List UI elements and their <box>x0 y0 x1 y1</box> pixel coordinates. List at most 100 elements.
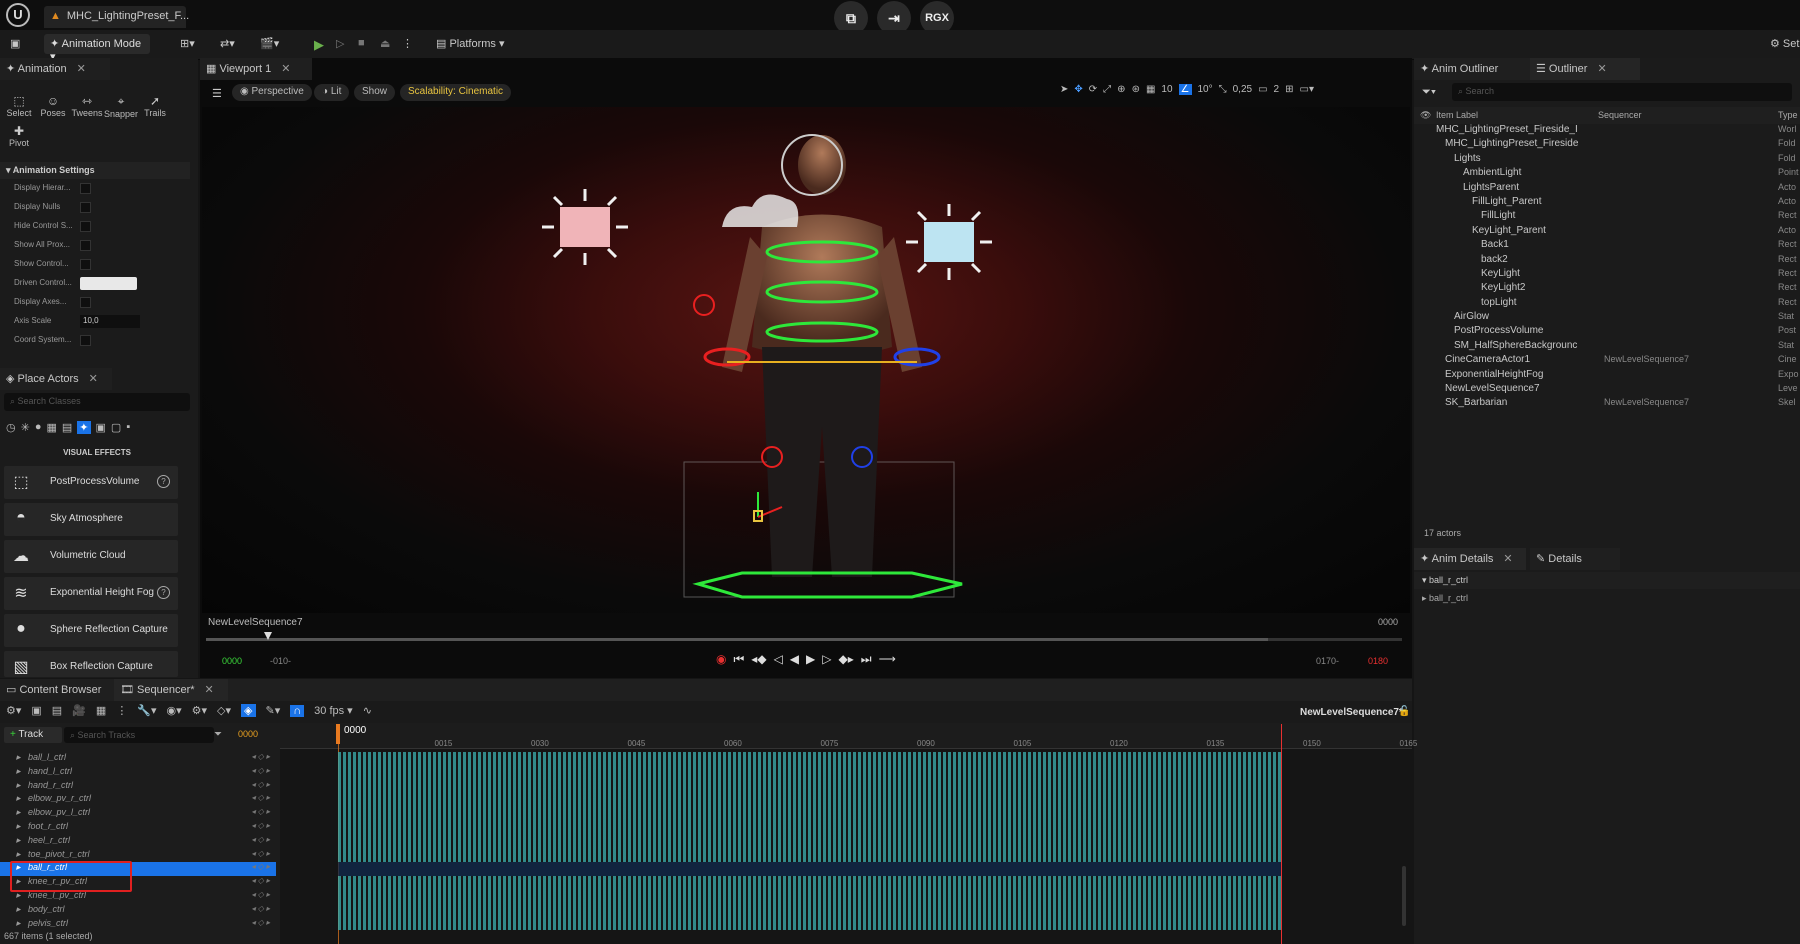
viewport-timeline-range[interactable] <box>206 638 1268 641</box>
checkbox[interactable] <box>80 335 91 346</box>
actor-item[interactable]: ☁ Volumetric Cloud <box>4 540 178 573</box>
viewport-start[interactable]: 0000 <box>222 656 242 666</box>
outliner-row[interactable]: MHC_LightingPreset_Fireside Fold <box>1414 138 1800 152</box>
actor-item[interactable]: ⬚ PostProcessVolume? <box>4 466 178 499</box>
filter-icon[interactable]: ⏷▾ <box>1416 83 1442 103</box>
prev-frame-icon[interactable]: ◁ <box>774 652 783 667</box>
key-nav-icon[interactable]: ◂ ◇ ▸ <box>251 793 270 802</box>
next-key-icon[interactable]: ◆▸ <box>839 652 854 667</box>
tab-details[interactable]: ✎ Details <box>1530 548 1620 570</box>
playhead-handle[interactable] <box>336 724 340 744</box>
timeline-scrollbar[interactable] <box>1402 866 1406 926</box>
key-nav-icon[interactable]: ◂ ◇ ▸ <box>251 752 270 761</box>
track-row[interactable]: ▸ body_ctrl ◂ ◇ ▸ <box>0 904 276 918</box>
track-row[interactable]: ▸ ball_l_ctrl ◂ ◇ ▸ <box>0 752 276 766</box>
loop-icon[interactable]: ⟶ <box>879 652 896 667</box>
camera-speed-value[interactable]: 2 <box>1274 84 1280 95</box>
tab-place-actors[interactable]: ◈ Place Actors ✕ <box>0 368 112 390</box>
track-frame[interactable]: 0000 <box>238 729 258 739</box>
key-row[interactable] <box>338 807 1281 821</box>
key-nav-icon[interactable]: ◂ ◇ ▸ <box>251 890 270 899</box>
play-icon[interactable]: ▶ <box>308 34 330 54</box>
key-nav-icon[interactable]: ◂ ◇ ▸ <box>251 862 270 871</box>
trails-tool[interactable]: ➚ Trails <box>138 94 172 119</box>
key-nav-icon[interactable]: ◂ ◇ ▸ <box>251 821 270 830</box>
key-row[interactable] <box>338 779 1281 794</box>
recent-icon[interactable]: ◷ <box>6 421 16 434</box>
curve-editor-icon[interactable]: ∿ <box>363 704 372 717</box>
browse-icon[interactable]: ▤ <box>52 704 62 717</box>
scalability-badge[interactable]: Scalability: Cinematic <box>400 84 512 101</box>
grid-value[interactable]: 10 <box>1161 84 1172 95</box>
key-row[interactable] <box>338 765 1281 780</box>
cinematic-icon[interactable]: ▦ <box>46 421 56 434</box>
snap-icon[interactable]: ∩ <box>290 704 305 717</box>
angle-snap-icon[interactable]: ∠ <box>1178 84 1192 95</box>
col-item-label[interactable]: Item Label <box>1436 110 1478 120</box>
cinematics-icon[interactable]: 🎬▾ <box>254 34 285 54</box>
expand-icon[interactable]: ▸ <box>16 904 21 915</box>
shapes-icon[interactable]: ▤ <box>62 421 72 434</box>
volumes-icon[interactable]: ▣ <box>96 421 106 434</box>
translate-icon[interactable]: ✥ <box>1074 84 1082 95</box>
animation-settings-header[interactable]: ▾ Animation Settings <box>0 162 190 179</box>
edit-options-icon[interactable]: ✎▾ <box>266 704 281 717</box>
key-nav-icon[interactable]: ◂ ◇ ▸ <box>251 849 270 858</box>
help-icon[interactable]: ? <box>157 586 170 599</box>
add-track-button[interactable]: + Track <box>4 727 62 743</box>
grid-snap-icon[interactable]: ▦ <box>1146 84 1155 95</box>
tab-sequencer[interactable]: 🎞 Sequencer* ✕ <box>114 679 228 701</box>
outliner-row[interactable]: KeyLight2 Rect <box>1414 282 1800 296</box>
reverse-icon[interactable]: ◀ <box>790 652 799 667</box>
key-nav-icon[interactable]: ◂ ◇ ▸ <box>251 807 270 816</box>
outliner-row[interactable]: CineCameraActor1 NewLevelSequence7 Cine <box>1414 354 1800 368</box>
track-row[interactable]: ▸ foot_r_ctrl ◂ ◇ ▸ <box>0 821 276 835</box>
select-tool[interactable]: ⬚ Select <box>2 94 36 119</box>
outliner-row[interactable]: FillLight Rect <box>1414 210 1800 224</box>
world-settings-icon[interactable]: ⚙▾ <box>6 704 21 717</box>
track-row[interactable]: ▸ hand_l_ctrl ◂ ◇ ▸ <box>0 766 276 780</box>
expand-icon[interactable]: ▸ <box>16 849 21 860</box>
settings-button[interactable]: ⚙ Set <box>1764 34 1800 54</box>
step-icon[interactable]: ▷ <box>330 34 350 54</box>
key-row[interactable] <box>338 793 1281 808</box>
close-icon[interactable]: ✕ <box>89 373 98 385</box>
track-filter-icon[interactable]: ⏷ <box>214 729 222 740</box>
outliner-row[interactable]: PostProcessVolume Post <box>1414 325 1800 339</box>
key-row[interactable] <box>338 876 1281 890</box>
key-row[interactable] <box>338 834 1281 849</box>
key-row[interactable] <box>338 752 1281 766</box>
checkbox[interactable] <box>80 259 91 270</box>
playback-options-icon[interactable]: ⚙▾ <box>192 704 207 717</box>
basic-icon[interactable]: ✳ <box>21 421 30 434</box>
outliner-row[interactable]: KeyLight_Parent Acto <box>1414 225 1800 239</box>
col-type[interactable]: Type <box>1778 110 1798 120</box>
blueprint-icon[interactable]: ⇄▾ <box>214 34 241 54</box>
scale-snap-icon[interactable]: ⤡ <box>1219 84 1227 95</box>
outliner-row[interactable]: LightsParent Acto <box>1414 182 1800 196</box>
expand-icon[interactable]: ▸ <box>16 835 21 846</box>
details-row[interactable]: ▸ ball_r_ctrl <box>1414 590 1800 607</box>
col-sequencer[interactable]: Sequencer <box>1598 110 1642 120</box>
camera-icon[interactable]: 🎥 <box>72 704 86 717</box>
lit-button[interactable]: ◑ Lit <box>314 84 350 101</box>
outliner-row[interactable]: FillLight_Parent Acto <box>1414 196 1800 210</box>
tab-anim-outliner[interactable]: ✦ Anim Outliner <box>1414 58 1530 80</box>
key-row[interactable] <box>338 889 1281 904</box>
key-nav-icon[interactable]: ◂ ◇ ▸ <box>251 780 270 789</box>
unreal-logo-icon[interactable]: U <box>6 3 30 27</box>
key-nav-icon[interactable]: ◂ ◇ ▸ <box>251 904 270 913</box>
actor-item[interactable]: ● Sphere Reflection Capture <box>4 614 178 647</box>
color-swatch[interactable] <box>80 277 137 290</box>
platforms-dropdown[interactable]: ▤ Platforms ▾ <box>430 34 511 54</box>
tab-animation[interactable]: ✦ Animation ✕ <box>0 58 110 80</box>
poses-tool[interactable]: ☺ Poses <box>36 94 70 119</box>
expand-icon[interactable]: ▸ <box>16 766 21 777</box>
more-icon[interactable]: ⋮ <box>396 34 419 54</box>
eject-icon[interactable]: ⏏ <box>374 34 396 54</box>
pivot-tool[interactable]: ✚ Pivot <box>2 124 36 148</box>
expand-icon[interactable]: ▸ <box>16 918 21 929</box>
outliner-row[interactable]: NewLevelSequence7 Leve <box>1414 383 1800 397</box>
outliner-row[interactable]: Lights Fold <box>1414 153 1800 167</box>
more-classes-icon[interactable]: ▪ <box>126 421 130 434</box>
